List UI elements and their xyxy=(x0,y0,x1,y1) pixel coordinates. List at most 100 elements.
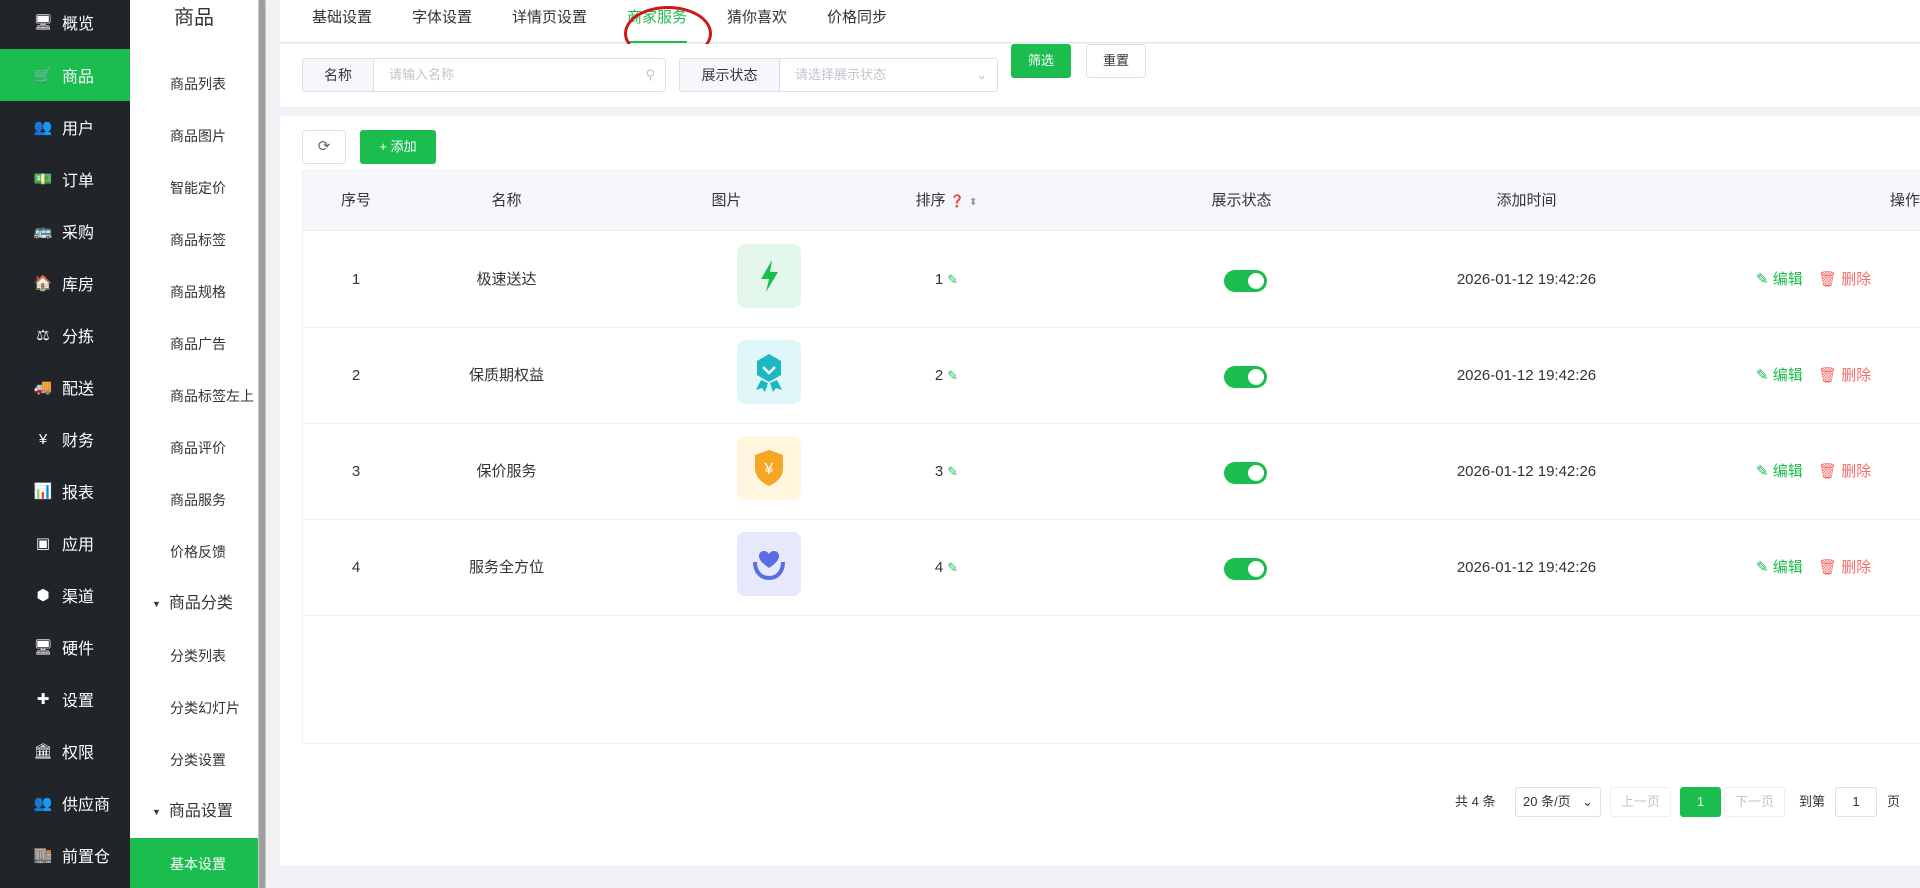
sort-icon[interactable]: ⬍ xyxy=(969,197,977,208)
display-toggle[interactable] xyxy=(1224,270,1267,292)
submenu-item-basic-settings[interactable]: 基本设置 xyxy=(130,838,258,888)
prev-page-button[interactable]: 上一页 xyxy=(1610,787,1671,817)
delete-button[interactable]: 🗑 删除 xyxy=(1818,424,1871,520)
filter-button[interactable]: 筛选 xyxy=(1011,44,1071,78)
nav-item-finance[interactable]: ¥ 财务 xyxy=(0,413,130,465)
filter-panel: 名称 请输入名称 ⚲ 展示状态 请选择展示状态 ⌄ 筛选 重置 xyxy=(280,44,1920,107)
svg-text:¥: ¥ xyxy=(764,461,774,478)
delete-button[interactable]: 🗑 删除 xyxy=(1818,328,1871,424)
nav-item-label: 权限 xyxy=(62,745,95,762)
reset-button[interactable]: 重置 xyxy=(1086,44,1146,78)
nav-item-orders[interactable]: 💵 订单 xyxy=(0,153,130,205)
nav-item-purchase[interactable]: 🚌 采购 xyxy=(0,205,130,257)
nav-item-apps[interactable]: ▣ 应用 xyxy=(0,517,130,569)
badge-icon xyxy=(756,354,782,392)
money-icon: 💵 xyxy=(33,171,53,188)
trash-icon: 🗑 xyxy=(1818,271,1842,288)
submenu-item[interactable]: 商品图片 xyxy=(130,110,258,162)
plus-icon: + xyxy=(379,139,391,154)
edit-icon: ✎ xyxy=(1756,559,1773,576)
page-size-select[interactable]: 20 条/页 ⌄ xyxy=(1515,787,1601,817)
col-header: 展示状态 xyxy=(1211,192,1272,209)
current-page[interactable]: 1 xyxy=(1680,787,1721,817)
edit-sort-icon[interactable]: ✎ xyxy=(947,272,958,287)
nav-item-front-warehouse[interactable]: 🏬 前置仓 xyxy=(0,829,130,881)
tab-detail[interactable]: 详情页设置 xyxy=(512,0,587,43)
name-input[interactable]: 请输入名称 ⚲ xyxy=(374,58,666,92)
submenu-item[interactable]: 商品评价 xyxy=(130,422,258,474)
nav-item-warehouse[interactable]: 🏠 库房 xyxy=(0,257,130,309)
submenu-item[interactable]: 商品标签左上 xyxy=(130,370,258,422)
submenu-item[interactable]: 商品服务 xyxy=(130,474,258,526)
monitor-icon: 🖥 xyxy=(33,14,53,31)
nav-item-label: 设置 xyxy=(62,693,95,710)
nav-item-permissions[interactable]: 🏛 权限 xyxy=(0,725,130,777)
status-label: 展示状态 xyxy=(679,58,780,92)
edit-button[interactable]: ✎ 编辑 xyxy=(1756,424,1803,520)
nav-item-users[interactable]: 👥 用户 xyxy=(0,101,130,153)
heart-hands-icon xyxy=(753,551,785,581)
edit-sort-icon[interactable]: ✎ xyxy=(947,464,958,479)
cell-name: 极速送达 xyxy=(476,271,537,288)
cell-sort: 3 ✎ xyxy=(849,424,1044,520)
nav-item-overview[interactable]: 🖥 概览 xyxy=(0,0,130,44)
submenu-group-category[interactable]: ▼ 商品分类 xyxy=(130,578,258,630)
display-toggle[interactable] xyxy=(1224,462,1267,484)
tab-recommend[interactable]: 猜你喜欢 xyxy=(727,0,787,43)
submenu-item[interactable]: 价格反馈 xyxy=(130,526,258,578)
nav-item-settings[interactable]: ✚ 设置 xyxy=(0,673,130,725)
cell-sort: 4 ✎ xyxy=(849,520,1044,616)
edit-label: 编辑 xyxy=(1772,271,1803,288)
nav-item-delivery[interactable]: 🚚 配送 xyxy=(0,361,130,413)
tab-basic[interactable]: 基础设置 xyxy=(312,0,372,43)
submenu-scrollbar[interactable] xyxy=(258,0,266,888)
submenu-item[interactable]: 商品广告 xyxy=(130,318,258,370)
search-icon[interactable]: ⚲ xyxy=(645,59,655,91)
page-size-value: 20 条/页 xyxy=(1523,794,1571,809)
nav-item-sorting[interactable]: ⚖ 分拣 xyxy=(0,309,130,361)
nav-item-goods[interactable]: 🛒 商品 xyxy=(0,49,130,101)
display-toggle[interactable] xyxy=(1224,366,1267,388)
users-icon: 👥 xyxy=(33,119,53,136)
yen-shield-icon: ¥ xyxy=(755,450,783,486)
nav-item-channels[interactable]: ⬢ 渠道 xyxy=(0,569,130,621)
goto-page-input[interactable]: 1 xyxy=(1835,787,1877,817)
submenu-group-settings[interactable]: ▼ 商品设置 xyxy=(130,786,258,838)
submenu-item[interactable]: 商品列表 xyxy=(130,58,258,110)
nav-item-suppliers[interactable]: 👥 供应商 xyxy=(0,777,130,829)
edit-sort-icon[interactable]: ✎ xyxy=(947,560,958,575)
edit-button[interactable]: ✎ 编辑 xyxy=(1756,520,1803,616)
edit-sort-icon[interactable]: ✎ xyxy=(947,368,958,383)
delete-button[interactable]: 🗑 删除 xyxy=(1818,232,1871,328)
tab-font[interactable]: 字体设置 xyxy=(412,0,472,43)
next-page-button[interactable]: 下一页 xyxy=(1724,787,1785,817)
bus-icon: 🚌 xyxy=(33,223,53,240)
delete-label: 删除 xyxy=(1841,271,1872,288)
trash-icon: 🗑 xyxy=(1818,367,1842,384)
desktop-icon: 🖥 xyxy=(33,639,53,656)
submenu-item[interactable]: 智能定价 xyxy=(130,162,258,214)
tab-bar: 基础设置 字体设置 详情页设置 商家服务 猜你喜欢 价格同步 xyxy=(280,0,1920,43)
name-label: 名称 xyxy=(302,58,374,92)
submenu-item[interactable]: 分类列表 xyxy=(130,630,258,682)
nav-item-label: 应用 xyxy=(62,537,95,554)
display-toggle[interactable] xyxy=(1224,558,1267,580)
refresh-button[interactable]: ⟳ xyxy=(302,130,346,164)
nav-item-hardware[interactable]: 🖥 硬件 xyxy=(0,621,130,673)
status-select[interactable]: 请选择展示状态 ⌄ xyxy=(780,58,998,92)
submenu-item[interactable]: 商品规格 xyxy=(130,266,258,318)
col-header: 名称 xyxy=(491,192,522,209)
scrollbar-thumb[interactable] xyxy=(259,0,265,888)
submenu-item[interactable]: 分类幻灯片 xyxy=(130,682,258,734)
add-button[interactable]: + 添加 xyxy=(360,130,436,164)
delete-button[interactable]: 🗑 删除 xyxy=(1818,520,1871,616)
submenu-item[interactable]: 商品标签 xyxy=(130,214,258,266)
nav-item-reports[interactable]: 📊 报表 xyxy=(0,465,130,517)
submenu-item[interactable]: 分类设置 xyxy=(130,734,258,786)
edit-button[interactable]: ✎ 编辑 xyxy=(1756,232,1803,328)
tab-price-sync[interactable]: 价格同步 xyxy=(827,0,887,43)
col-header: 图片 xyxy=(711,192,742,209)
cell-no: 4 xyxy=(351,559,361,576)
edit-button[interactable]: ✎ 编辑 xyxy=(1756,328,1803,424)
col-header-sort[interactable]: 排序 ❓ ⬍ xyxy=(849,171,1044,231)
